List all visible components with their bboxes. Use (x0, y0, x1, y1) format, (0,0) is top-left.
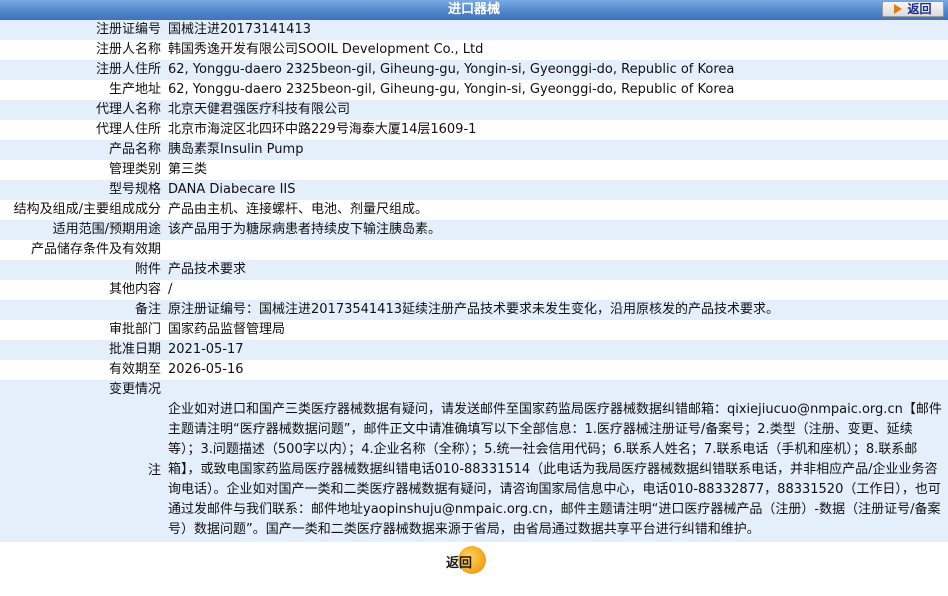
field-label: 附件 (0, 260, 164, 280)
field-label: 注册人名称 (0, 40, 164, 60)
back-button-bottom-label: 返回 (446, 556, 473, 571)
table-row: 产品储存条件及有效期 (0, 240, 948, 260)
field-label: 其他内容 (0, 280, 164, 300)
field-label: 产品名称 (0, 140, 164, 160)
field-value: DANA Diabecare IIS (164, 180, 948, 200)
field-label: 代理人名称 (0, 100, 164, 120)
field-value: 韩国秀逸开发有限公司SOOIL Development Co., Ltd (164, 40, 948, 60)
field-value (164, 380, 948, 400)
field-label: 结构及组成/主要组成成分 (0, 200, 164, 220)
field-label: 适用范围/预期用途 (0, 220, 164, 240)
field-value: / (164, 280, 948, 300)
field-label: 注册人住所 (0, 60, 164, 80)
table-row: 代理人住所 北京市海淀区北四环中路229号海泰大厦14层1609-1 (0, 120, 948, 140)
table-row: 管理类别 第三类 (0, 160, 948, 180)
page-title: 进口器械 (447, 2, 500, 17)
field-label: 产品储存条件及有效期 (0, 240, 164, 260)
note-row: 注 企业如对进口和国产三类医疗器械数据有疑问，请发送邮件至国家药监局医疗器械数据… (0, 400, 948, 542)
field-value: 产品由主机、连接螺杆、电池、剂量尺组成。 (164, 200, 948, 220)
field-label: 变更情况 (0, 380, 164, 400)
field-value: 国械注进20173141413 (164, 20, 948, 40)
field-label: 生产地址 (0, 80, 164, 100)
note-text: 企业如对进口和国产三类医疗器械数据有疑问，请发送邮件至国家药监局医疗器械数据纠错… (168, 402, 942, 537)
table-row: 代理人名称 北京天健君强医疗科技有限公司 (0, 100, 948, 120)
field-label: 代理人住所 (0, 120, 164, 140)
page-footer: 返回 (0, 542, 948, 578)
field-value: 北京天健君强医疗科技有限公司 (164, 100, 948, 120)
table-row: 注册人住所 62, Yonggu-daero 2325beon-gil, Gihe… (0, 60, 948, 80)
field-value: 产品技术要求 (164, 260, 948, 280)
table-row: 结构及组成/主要组成成分 产品由主机、连接螺杆、电池、剂量尺组成。 (0, 200, 948, 220)
table-row: 适用范围/预期用途 该产品用于为糖尿病患者持续皮下输注胰岛素。 (0, 220, 948, 240)
back-button-bottom[interactable]: 返回 (444, 546, 492, 574)
field-value: 北京市海淀区北四环中路229号海泰大厦14层1609-1 (164, 120, 948, 140)
field-label: 型号规格 (0, 180, 164, 200)
field-label: 备注 (0, 300, 164, 320)
table-row: 生产地址 62, Yonggu-daero 2325beon-gil, Giheu… (0, 80, 948, 100)
table-row: 产品名称 胰岛素泵Insulin Pump (0, 140, 948, 160)
field-value: 第三类 (164, 160, 948, 180)
field-value (164, 240, 948, 260)
table-row: 批准日期 2021-05-17 (0, 340, 948, 360)
table-row: 变更情况 (0, 380, 948, 400)
field-value: 62, Yonggu-daero 2325beon-gil, Giheung-g… (164, 80, 948, 100)
table-row: 注册证编号 国械注进20173141413 (0, 20, 948, 40)
table-row: 审批部门 国家药品监督管理局 (0, 320, 948, 340)
table-row: 附件 产品技术要求 (0, 260, 948, 280)
field-value: 62, Yonggu-daero 2325beon-gil, Giheung-g… (164, 60, 948, 80)
back-button-top-label: 返回 (907, 2, 932, 16)
field-value: 胰岛素泵Insulin Pump (164, 140, 948, 160)
back-button-top[interactable]: 返回 (882, 1, 944, 17)
table-row: 有效期至 2026-05-16 (0, 360, 948, 380)
note-value: 企业如对进口和国产三类医疗器械数据有疑问，请发送邮件至国家药监局医疗器械数据纠错… (164, 400, 948, 542)
field-value: 2026-05-16 (164, 360, 948, 380)
table-row: 型号规格 DANA Diabecare IIS (0, 180, 948, 200)
field-label: 有效期至 (0, 360, 164, 380)
table-row: 注册人名称 韩国秀逸开发有限公司SOOIL Development Co., Lt… (0, 40, 948, 60)
field-label: 管理类别 (0, 160, 164, 180)
field-value: 2021-05-17 (164, 340, 948, 360)
field-value: 国家药品监督管理局 (164, 320, 948, 340)
table-row: 备注 原注册证编号：国械注进20173541413延续注册产品技术要求未发生变化，… (0, 300, 948, 320)
note-label: 注 (0, 400, 164, 542)
field-label: 审批部门 (0, 320, 164, 340)
field-value: 原注册证编号：国械注进20173541413延续注册产品技术要求未发生变化，沿用… (164, 300, 948, 320)
page-header: 进口器械 返回 (0, 0, 948, 20)
field-label: 注册证编号 (0, 20, 164, 40)
table-row: 其他内容 / (0, 280, 948, 300)
field-value: 该产品用于为糖尿病患者持续皮下输注胰岛素。 (164, 220, 948, 240)
field-label: 批准日期 (0, 340, 164, 360)
detail-table: 注册证编号 国械注进20173141413 注册人名称 韩国秀逸开发有限公司SOOI… (0, 20, 948, 542)
arrow-right-icon (894, 4, 903, 14)
